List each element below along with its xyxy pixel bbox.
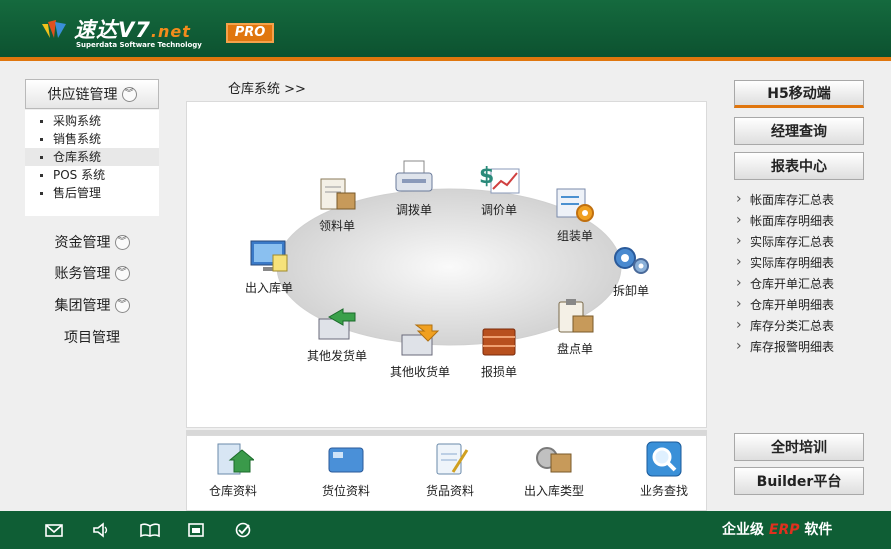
report-list: 帐面库存汇总表 帐面库存明细表 实际库存汇总表 实际库存明细表 仓库开单汇总表 …: [734, 189, 884, 358]
flow-item-price-adjustment[interactable]: $ 调价单: [459, 159, 539, 218]
training-button[interactable]: 全时培训: [734, 433, 864, 461]
logo-mark-icon: [42, 20, 66, 38]
tool-location-info[interactable]: 货位资料: [301, 440, 391, 499]
box-gear-icon: [536, 447, 572, 473]
report-center-button[interactable]: 报表中心: [734, 152, 864, 180]
warehouse-flow-panel: 领料单 调拨单 $ 调价单 组装单 拆卸单 盘点单 报损单 其他收货单 其他发货…: [186, 101, 707, 428]
funds-management-menu[interactable]: 资金管理 ︾: [25, 229, 159, 255]
search-icon: [646, 441, 682, 477]
h5-mobile-button[interactable]: H5移动端: [734, 80, 864, 108]
logo-subtitle: Superdata Software Technology: [76, 41, 202, 49]
disassembly-gears-icon: [614, 247, 649, 274]
book-icon[interactable]: [139, 522, 161, 538]
chevron-down-icon: ︾: [114, 297, 130, 313]
window-icon[interactable]: [187, 522, 205, 538]
submenu-item-aftersales[interactable]: 售后管理: [25, 184, 159, 202]
location-card-icon: [328, 447, 364, 473]
logo-text: 速达V7.net: [74, 18, 191, 42]
check-icon[interactable]: [234, 522, 252, 538]
svg-text:$: $: [479, 164, 494, 189]
flow-item-other-receipt[interactable]: 其他收货单: [380, 321, 460, 380]
report-link-actual-stock-detail[interactable]: 实际库存明细表: [734, 252, 884, 274]
clipboard-box-icon: [558, 299, 594, 333]
mail-icon[interactable]: [45, 522, 63, 538]
tool-inout-type[interactable]: 出入库类型: [509, 440, 599, 499]
inbox-arrow-icon: [401, 324, 440, 356]
report-link-billing-summary[interactable]: 仓库开单汇总表: [734, 273, 884, 295]
report-link-billing-detail[interactable]: 仓库开单明细表: [734, 294, 884, 316]
clipboard-pen-icon: [436, 443, 469, 475]
flow-item-assembly[interactable]: 组装单: [535, 185, 615, 244]
outbox-arrow-icon: [318, 308, 356, 340]
flow-item-loss-report[interactable]: 报损单: [459, 321, 539, 380]
footer-slogan: 企业级 ERP 软件: [722, 522, 833, 538]
app-header: 速达V7.net Superdata Software Technology P…: [0, 0, 891, 61]
submenu-item-pos[interactable]: POS 系统: [25, 166, 159, 184]
submenu-item-sales[interactable]: 销售系统: [25, 130, 159, 148]
flow-item-transfer[interactable]: 调拨单: [374, 159, 454, 218]
monitor-note-icon: [250, 240, 288, 272]
requisition-icon: [320, 178, 356, 210]
project-management-menu[interactable]: 项目管理: [25, 324, 159, 350]
tool-business-search[interactable]: 业务查找: [619, 440, 709, 499]
assembly-gear-icon: [556, 188, 594, 222]
warehouse-house-icon: [217, 443, 254, 475]
flow-item-inout-stock[interactable]: 出入库单: [229, 237, 309, 296]
report-link-category-summary[interactable]: 库存分类汇总表: [734, 315, 884, 337]
report-link-book-stock-summary[interactable]: 帐面库存汇总表: [734, 189, 884, 211]
flow-item-disassembly[interactable]: 拆卸单: [591, 240, 671, 299]
submenu-item-purchase[interactable]: 采购系统: [25, 112, 159, 130]
price-chart-icon: $: [479, 164, 520, 194]
damaged-box-icon: [482, 328, 516, 356]
chevron-down-icon: ︾: [114, 234, 130, 250]
tool-warehouse-info[interactable]: 仓库资料: [188, 440, 278, 499]
chevron-down-icon: ︾: [114, 265, 130, 281]
supply-chain-submenu: 采购系统 销售系统 仓库系统 POS 系统 售后管理: [25, 110, 159, 216]
breadcrumb: 仓库系统 >>: [228, 82, 306, 97]
pro-badge: PRO: [226, 23, 274, 43]
manager-query-button[interactable]: 经理查询: [734, 117, 864, 145]
supply-chain-button[interactable]: 供应链管理 ︾: [25, 79, 159, 109]
report-link-alarm-detail[interactable]: 库存报警明细表: [734, 336, 884, 358]
builder-platform-button[interactable]: Builder平台: [734, 467, 864, 495]
group-management-menu[interactable]: 集团管理 ︾: [25, 292, 159, 318]
fax-icon: [395, 160, 433, 192]
flow-item-stocktaking[interactable]: 盘点单: [535, 298, 615, 357]
flow-item-other-shipment[interactable]: 其他发货单: [297, 305, 377, 364]
accounting-management-menu[interactable]: 账务管理 ︾: [25, 260, 159, 286]
submenu-item-warehouse[interactable]: 仓库系统: [25, 148, 159, 166]
report-link-book-stock-detail[interactable]: 帐面库存明细表: [734, 210, 884, 232]
flow-item-material-requisition[interactable]: 领料单: [297, 175, 377, 234]
speaker-icon[interactable]: [92, 522, 110, 538]
chevron-down-icon: ︾: [121, 86, 137, 102]
tool-product-info[interactable]: 货品资料: [405, 440, 495, 499]
report-link-actual-stock-summary[interactable]: 实际库存汇总表: [734, 231, 884, 253]
